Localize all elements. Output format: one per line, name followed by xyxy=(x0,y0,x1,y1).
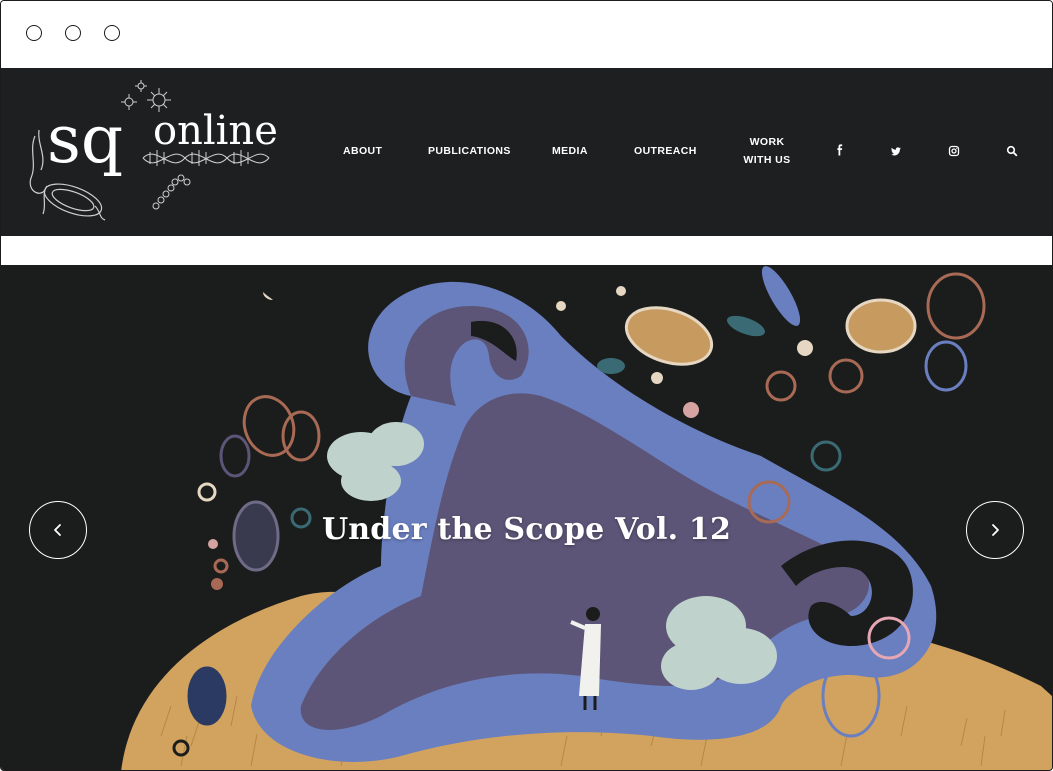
site-header: sq online ABOUT PUBLICATIONS MEDIA OUTRE… xyxy=(1,68,1052,236)
instagram-icon[interactable] xyxy=(947,144,961,158)
slider-next-button[interactable] xyxy=(966,501,1024,559)
logo-online-text: online xyxy=(153,108,277,154)
close-control[interactable] xyxy=(26,25,42,41)
nav-about[interactable]: ABOUT xyxy=(343,142,382,160)
hero-title: Under the Scope Vol. 12 xyxy=(321,512,732,547)
nav-work-line2: WITH US xyxy=(743,154,791,166)
nav-media[interactable]: MEDIA xyxy=(552,142,588,160)
nav-publications[interactable]: PUBLICATIONS xyxy=(428,142,511,160)
hero-slider: Under the Scope Vol. 12 xyxy=(1,266,1052,770)
chevron-left-icon xyxy=(54,524,61,536)
bead-chain-doodle xyxy=(152,174,191,210)
facebook-icon[interactable] xyxy=(833,144,847,158)
header-spacer-strip xyxy=(1,236,1052,266)
nav-work-with-us[interactable]: WORK WITH US xyxy=(741,133,793,169)
nav-work-line1: WORK xyxy=(749,136,785,148)
minimize-control[interactable] xyxy=(65,25,81,41)
window-titlebar xyxy=(1,1,1052,68)
chevron-right-icon xyxy=(992,524,999,536)
slider-prev-button[interactable] xyxy=(29,501,87,559)
browser-window: sq online ABOUT PUBLICATIONS MEDIA OUTRE… xyxy=(0,0,1053,771)
sq-online-logo[interactable]: sq online xyxy=(25,78,277,228)
search-icon[interactable] xyxy=(1005,144,1019,158)
nav-outreach[interactable]: OUTREACH xyxy=(634,142,697,160)
logo-sq-text: sq xyxy=(47,101,123,178)
twitter-icon[interactable] xyxy=(889,144,903,158)
maximize-control[interactable] xyxy=(104,25,120,41)
